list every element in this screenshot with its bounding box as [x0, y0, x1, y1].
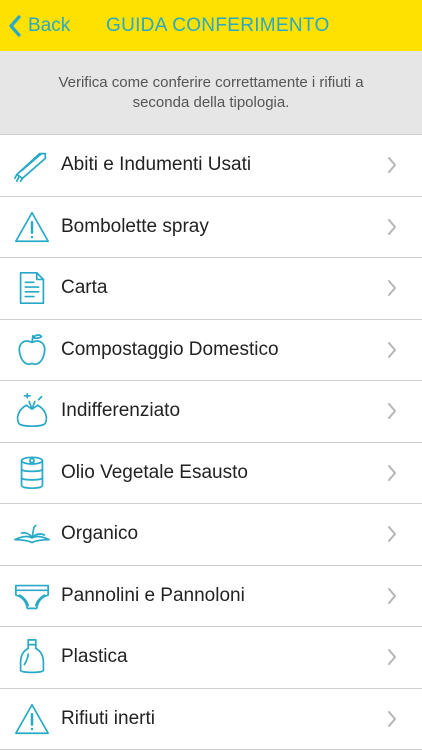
oil-can-icon: [12, 453, 52, 493]
chevron-right-icon: [386, 587, 398, 605]
chevron-left-icon: [8, 14, 22, 37]
list-item-label: Rifiuti inerti: [61, 707, 155, 729]
chevron-right-icon: [386, 341, 398, 359]
plastic-bottle-icon: [12, 637, 52, 677]
list-item-plastica[interactable]: Plastica: [0, 627, 422, 689]
warning-triangle-icon: [12, 699, 52, 739]
category-list: Abiti e Indumenti Usati Bombolette spray: [0, 135, 422, 750]
page-title: GUIDA CONFERIMENTO: [106, 14, 330, 36]
list-item-label: Olio Vegetale Esausto: [61, 461, 248, 483]
back-button[interactable]: Back: [8, 0, 70, 51]
list-item-bombolette[interactable]: Bombolette spray: [0, 196, 422, 258]
paper-sheet-icon: [12, 268, 52, 308]
list-item-carta[interactable]: Carta: [0, 258, 422, 320]
chevron-right-icon: [386, 402, 398, 420]
chevron-right-icon: [386, 279, 398, 297]
list-item-label: Organico: [61, 523, 139, 545]
apple-core-icon: [12, 330, 52, 370]
list-item-abiti[interactable]: Abiti e Indumenti Usati: [0, 135, 422, 197]
list-item-inerti[interactable]: Rifiuti inerti: [0, 688, 422, 750]
chevron-right-icon: [386, 710, 398, 728]
banana-peel-icon: [12, 514, 52, 554]
diaper-icon: [12, 576, 52, 616]
chevron-right-icon: [386, 218, 398, 236]
list-item-indifferenziato[interactable]: Indifferenziato: [0, 381, 422, 443]
chevron-right-icon: [386, 525, 398, 543]
list-item-pannolini[interactable]: Pannolini e Pannoloni: [0, 565, 422, 627]
clothes-hanger-icon: [12, 145, 52, 185]
intro-banner: Verifica come conferire correttamente i …: [0, 51, 422, 135]
list-item-label: Plastica: [61, 646, 128, 668]
list-item-label: Abiti e Indumenti Usati: [61, 154, 252, 176]
list-item-organico[interactable]: Organico: [0, 504, 422, 566]
list-item-olio[interactable]: Olio Vegetale Esausto: [0, 442, 422, 504]
list-item-label: Bombolette spray: [61, 215, 209, 237]
trash-bag-icon: [12, 391, 52, 431]
list-item-label: Carta: [61, 277, 108, 299]
chevron-right-icon: [386, 156, 398, 174]
chevron-right-icon: [386, 648, 398, 666]
list-item-compostaggio[interactable]: Compostaggio Domestico: [0, 319, 422, 381]
chevron-right-icon: [386, 464, 398, 482]
list-item-label: Compostaggio Domestico: [61, 338, 279, 360]
list-item-label: Pannolini e Pannoloni: [61, 584, 245, 606]
intro-text: Verifica come conferire correttamente i …: [58, 73, 364, 111]
app-screen: Back GUIDA CONFERIMENTO Verifica come co…: [0, 0, 422, 750]
list-item-label: Indifferenziato: [61, 400, 181, 422]
back-label: Back: [28, 14, 71, 36]
warning-triangle-icon: [12, 207, 52, 247]
navigation-bar: Back GUIDA CONFERIMENTO: [0, 0, 422, 51]
